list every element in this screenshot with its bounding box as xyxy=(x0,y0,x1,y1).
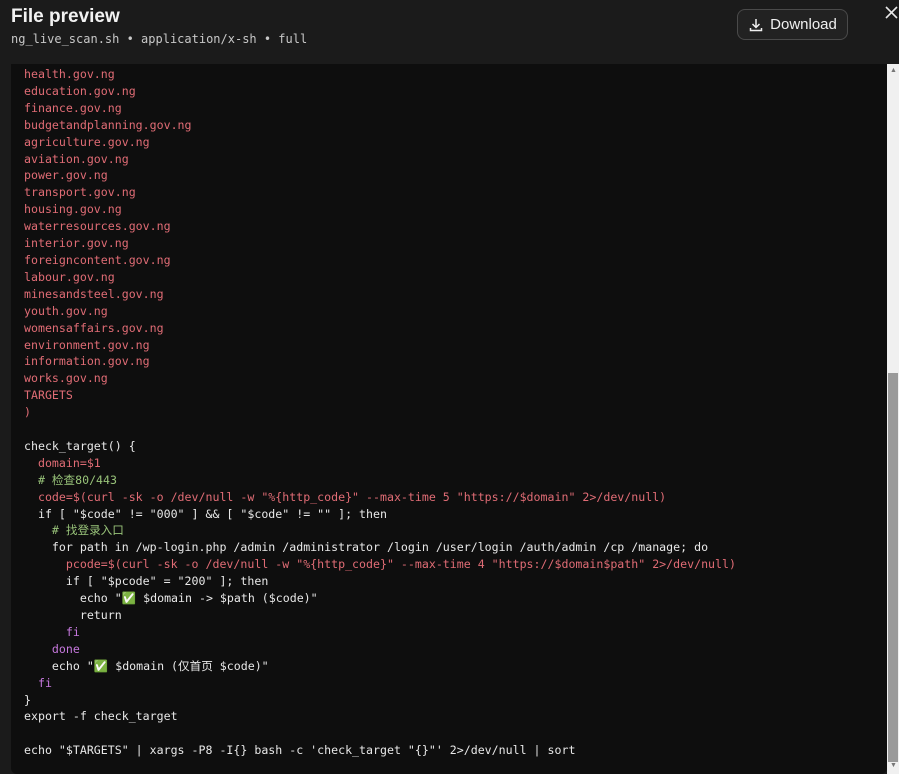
code-line: export -f check_target xyxy=(24,709,178,724)
code-line: # 检查80/443 xyxy=(24,472,117,487)
code-line: waterresources.gov.ng xyxy=(24,219,171,234)
code-line: housing.gov.ng xyxy=(24,202,122,217)
page-title: File preview xyxy=(11,6,120,27)
code-line: return xyxy=(24,608,122,622)
code-line: information.gov.ng xyxy=(24,354,150,369)
code-line: finance.gov.ng xyxy=(24,100,122,115)
code-line: power.gov.ng xyxy=(24,168,108,183)
code-line: aviation.gov.ng xyxy=(24,151,129,166)
code-line: domain=$1 xyxy=(24,455,101,470)
download-button[interactable]: Download xyxy=(737,9,848,40)
code-line: echo "✅ $domain (仅首页 $code)" xyxy=(24,658,269,673)
code-line: echo "✅ $domain -> $path ($code)" xyxy=(24,591,318,606)
code-line: fi xyxy=(24,624,80,639)
code-line: if [ "$pcode" = "200" ]; then xyxy=(24,574,269,589)
code-line: check_target() { xyxy=(24,438,136,453)
code-line: if [ "$code" != "000" ] && [ "$code" != … xyxy=(24,506,387,521)
close-icon[interactable] xyxy=(884,3,899,21)
vertical-scrollbar[interactable]: ▲ ▼ xyxy=(887,64,899,774)
code-line: # 找登录入口 xyxy=(24,523,124,538)
code-line: done xyxy=(24,641,80,656)
code-content: health.gov.ng education.gov.ng finance.g… xyxy=(24,66,736,759)
scroll-down-icon[interactable]: ▼ xyxy=(890,762,897,769)
code-line: TARGETS xyxy=(24,388,73,403)
code-line: ) xyxy=(24,405,31,420)
code-line: minesandsteel.gov.ng xyxy=(24,286,164,301)
code-line: labour.gov.ng xyxy=(24,269,115,284)
code-line: foreigncontent.gov.ng xyxy=(24,252,171,267)
code-line: transport.gov.ng xyxy=(24,185,136,200)
code-line: budgetandplanning.gov.ng xyxy=(24,117,192,132)
code-line: health.gov.ng xyxy=(24,67,115,81)
code-line: code=$(curl -sk -o /dev/null -w "%{http_… xyxy=(24,489,667,504)
scrollbar-thumb[interactable] xyxy=(888,373,898,762)
code-line: works.gov.ng xyxy=(24,371,108,386)
download-label: Download xyxy=(770,16,837,33)
code-line: youth.gov.ng xyxy=(24,303,108,318)
code-line: } xyxy=(24,692,31,707)
code-line: interior.gov.ng xyxy=(24,236,129,251)
file-info: ng_live_scan.sh • application/x-sh • ful… xyxy=(11,32,308,46)
code-line: echo "$TARGETS" | xargs -P8 -I{} bash -c… xyxy=(24,743,576,758)
code-viewer: health.gov.ng education.gov.ng finance.g… xyxy=(11,64,887,774)
code-line: fi xyxy=(24,675,52,690)
download-icon xyxy=(749,18,763,31)
code-line: pcode=$(curl -sk -o /dev/null -w "%{http… xyxy=(24,557,736,572)
code-line: agriculture.gov.ng xyxy=(24,134,150,149)
code-line: education.gov.ng xyxy=(24,83,136,98)
preview-header: File preview ng_live_scan.sh • applicati… xyxy=(0,0,899,64)
code-line: for path in /wp-login.php /admin /admini… xyxy=(24,540,709,555)
scroll-up-icon[interactable]: ▲ xyxy=(890,67,897,74)
code-line: womensaffairs.gov.ng xyxy=(24,320,164,335)
code-line: environment.gov.ng xyxy=(24,337,150,352)
